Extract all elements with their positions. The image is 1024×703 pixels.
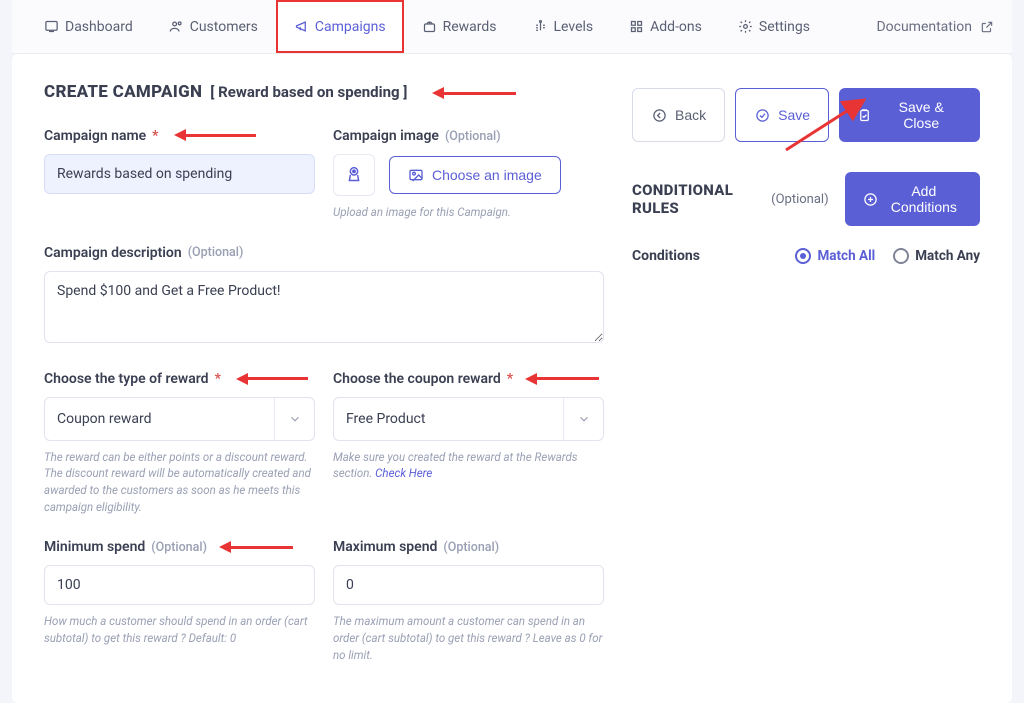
save-button[interactable]: Save bbox=[735, 88, 829, 142]
radio-dot-icon bbox=[893, 248, 909, 264]
field-campaign-name: Campaign name * bbox=[44, 128, 315, 221]
page-content: CREATE CAMPAIGN [ Reward based on spendi… bbox=[12, 54, 1012, 703]
nav-campaigns[interactable]: Campaigns bbox=[276, 0, 404, 53]
add-conditions-label: Add Conditions bbox=[886, 183, 962, 215]
nav-label: Add-ons bbox=[650, 19, 702, 35]
back-icon bbox=[651, 107, 667, 123]
field-description: Campaign description (Optional) bbox=[44, 245, 604, 347]
rewards-icon bbox=[422, 19, 437, 34]
min-spend-help: How much a customer should spend in an o… bbox=[44, 613, 315, 646]
back-button[interactable]: Back bbox=[632, 88, 725, 142]
nav-label: Rewards bbox=[443, 19, 497, 35]
conditions-label: Conditions bbox=[632, 248, 700, 264]
radio-match-all[interactable]: Match All bbox=[795, 248, 875, 264]
required-mark: * bbox=[215, 371, 221, 387]
annotation-arrow bbox=[236, 373, 308, 385]
field-min-spend: Minimum spend (Optional) How much a cust… bbox=[44, 539, 315, 663]
documentation-label: Documentation bbox=[876, 19, 972, 35]
nav-label: Settings bbox=[759, 19, 810, 35]
field-reward-type: Choose the type of reward * Coupon rewar… bbox=[44, 371, 315, 516]
side-panel: Back Save Save & Close CONDITIONAL RULES… bbox=[632, 82, 980, 663]
nav-dashboard[interactable]: Dashboard bbox=[26, 0, 151, 53]
reward-type-select[interactable]: Coupon reward bbox=[44, 397, 315, 441]
dashboard-icon bbox=[44, 19, 59, 34]
required-mark: * bbox=[507, 371, 513, 387]
back-label: Back bbox=[675, 107, 706, 123]
image-thumbnail bbox=[333, 154, 375, 196]
optional-tag: (Optional) bbox=[188, 245, 244, 260]
nav-rewards[interactable]: Rewards bbox=[404, 0, 515, 53]
image-help: Upload an image for this Campaign. bbox=[333, 204, 604, 221]
radio-match-any[interactable]: Match Any bbox=[893, 248, 980, 264]
page-subtitle: [ Reward based on spending ] bbox=[210, 83, 407, 101]
coupon-select[interactable]: Free Product bbox=[333, 397, 604, 441]
check-circle-icon bbox=[754, 107, 770, 123]
choose-image-label: Choose an image bbox=[432, 167, 542, 183]
chevron-down-icon bbox=[563, 398, 603, 440]
external-link-icon bbox=[980, 20, 994, 34]
optional-tag: (Optional) bbox=[151, 540, 207, 555]
campaign-image-label: Campaign image bbox=[333, 128, 439, 144]
levels-icon bbox=[533, 19, 548, 34]
chevron-down-icon bbox=[274, 398, 314, 440]
plus-circle-icon bbox=[863, 191, 878, 207]
field-max-spend: Maximum spend (Optional) The maximum amo… bbox=[333, 539, 604, 663]
max-spend-help: The maximum amount a customer can spend … bbox=[333, 613, 604, 663]
nav-label: Customers bbox=[190, 19, 258, 35]
form-main: CREATE CAMPAIGN [ Reward based on spendi… bbox=[44, 82, 604, 663]
min-spend-label: Minimum spend bbox=[44, 539, 145, 555]
coupon-value: Free Product bbox=[334, 400, 437, 438]
clipboard-check-icon bbox=[857, 107, 872, 123]
description-textarea[interactable] bbox=[44, 271, 604, 343]
addons-icon bbox=[629, 19, 644, 34]
nav-customers[interactable]: Customers bbox=[151, 0, 276, 53]
documentation-link[interactable]: Documentation bbox=[876, 0, 994, 53]
page-title: CREATE CAMPAIGN bbox=[44, 82, 202, 102]
campaign-name-label: Campaign name bbox=[44, 128, 146, 144]
nav-addons[interactable]: Add-ons bbox=[611, 0, 720, 53]
description-label: Campaign description bbox=[44, 245, 182, 261]
max-spend-label: Maximum spend bbox=[333, 539, 437, 555]
min-spend-input[interactable] bbox=[44, 565, 315, 605]
nav-settings[interactable]: Settings bbox=[720, 0, 828, 53]
coupon-label: Choose the coupon reward bbox=[333, 371, 501, 387]
reward-type-label: Choose the type of reward bbox=[44, 371, 209, 387]
top-navigation: Dashboard Customers Campaigns Rewards Le… bbox=[12, 0, 1012, 54]
optional-tag: (Optional) bbox=[443, 540, 499, 555]
customers-icon bbox=[169, 19, 184, 34]
nav-label: Dashboard bbox=[65, 19, 133, 35]
conditions-match-group: Match All Match Any bbox=[795, 248, 980, 264]
reward-type-help: The reward can be either points or a dis… bbox=[44, 449, 315, 516]
optional-tag: (Optional) bbox=[771, 192, 828, 207]
annotation-arrow bbox=[432, 87, 516, 99]
coupon-help: Make sure you created the reward at the … bbox=[333, 449, 604, 482]
field-coupon-reward: Choose the coupon reward * Free Product … bbox=[333, 371, 604, 516]
nav-label: Levels bbox=[554, 19, 594, 35]
annotation-arrow bbox=[219, 541, 293, 553]
add-conditions-button[interactable]: Add Conditions bbox=[845, 172, 980, 226]
reward-type-value: Coupon reward bbox=[45, 400, 164, 438]
campaigns-icon bbox=[294, 19, 309, 34]
annotation-arrow bbox=[174, 129, 256, 141]
settings-icon bbox=[738, 19, 753, 34]
nav-levels[interactable]: Levels bbox=[515, 0, 612, 53]
save-close-button[interactable]: Save & Close bbox=[839, 88, 980, 142]
max-spend-input[interactable] bbox=[333, 565, 604, 605]
check-here-link[interactable]: Check Here bbox=[375, 466, 432, 480]
save-close-label: Save & Close bbox=[880, 99, 962, 131]
required-mark: * bbox=[152, 128, 158, 144]
radio-label: Match All bbox=[817, 248, 875, 264]
radio-label: Match Any bbox=[915, 248, 980, 264]
save-label: Save bbox=[778, 107, 810, 123]
field-campaign-image: Campaign image (Optional) Choose an imag… bbox=[333, 128, 604, 221]
radio-dot-icon bbox=[795, 248, 811, 264]
choose-image-button[interactable]: Choose an image bbox=[389, 156, 561, 194]
nav-label: Campaigns bbox=[315, 19, 386, 35]
annotation-arrow bbox=[525, 373, 599, 385]
optional-tag: (Optional) bbox=[445, 129, 501, 144]
image-icon bbox=[408, 167, 424, 183]
campaign-name-input[interactable] bbox=[44, 154, 315, 194]
conditional-rules-title: CONDITIONAL RULES bbox=[632, 181, 771, 217]
